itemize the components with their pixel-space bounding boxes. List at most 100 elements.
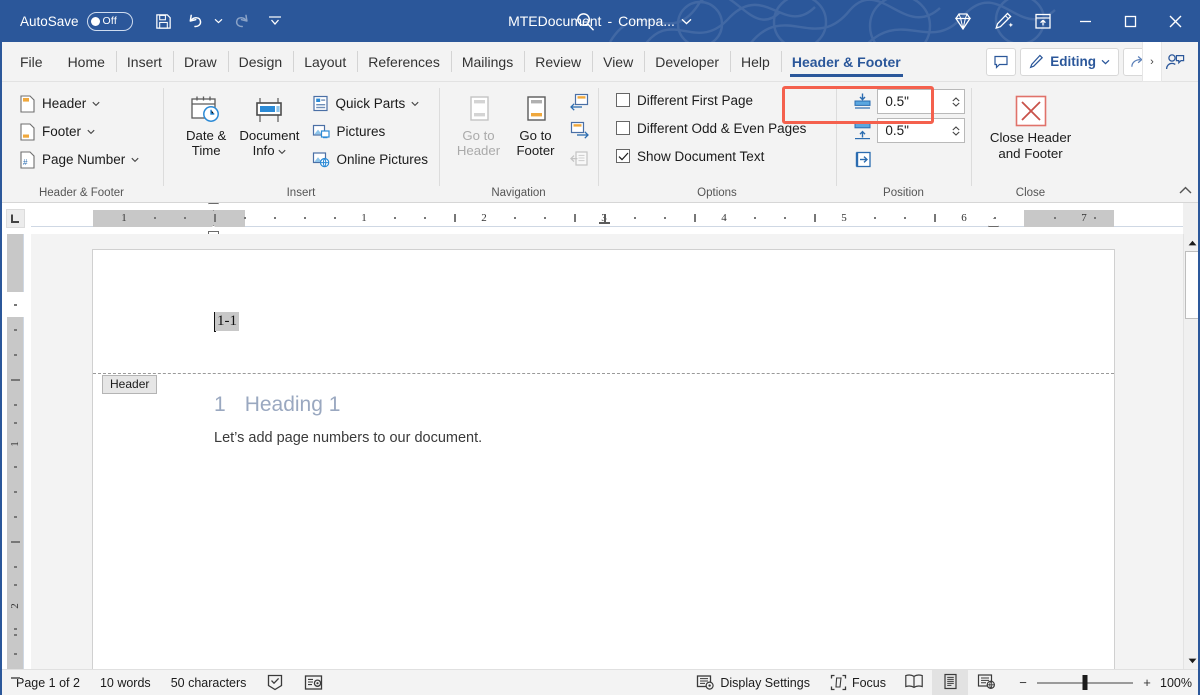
document-heading-1[interactable]: 1 Heading 1 [214, 393, 340, 417]
search-icon[interactable] [575, 6, 596, 36]
proofing-errors-icon [266, 674, 284, 691]
ribbon-overflow-chevron-right-icon[interactable]: › [1142, 42, 1162, 82]
different-first-page-checkbox[interactable] [616, 93, 630, 107]
online-pictures-button[interactable]: Online Pictures [307, 146, 433, 173]
tab-design-label: Design [239, 54, 283, 70]
character-count[interactable]: 50 characters [161, 670, 257, 695]
document-paragraph[interactable]: Let’s add page numbers to our document. [214, 430, 482, 446]
close-header-and-footer-button[interactable]: Close Header and Footer [983, 88, 1079, 162]
print-layout-icon [942, 673, 959, 693]
tab-header-and-footer[interactable]: Header & Footer [781, 42, 912, 81]
title-separator: - [607, 13, 612, 29]
tab-view-label: View [603, 54, 633, 70]
next-section-button[interactable] [567, 117, 592, 144]
ribbon-display-options-icon[interactable] [1023, 0, 1063, 42]
tab-view[interactable]: View [592, 42, 644, 81]
footer-button[interactable]: Footer [14, 118, 144, 145]
tab-insert[interactable]: Insert [116, 42, 173, 81]
minimize-button[interactable] [1063, 0, 1108, 42]
focus-mode-icon [830, 674, 847, 691]
page-indicator[interactable]: Page 1 of 2 [0, 670, 90, 695]
zoom-in-button[interactable]: + [1142, 675, 1152, 690]
tab-home[interactable]: Home [57, 42, 116, 81]
tab-draw[interactable]: Draw [173, 42, 228, 81]
different-first-page-row[interactable]: Different First Page [612, 86, 830, 114]
accessibility-checker-button[interactable] [294, 670, 333, 695]
document-canvas[interactable]: 1-1 Header 1 Heading 1 Let’s add page nu… [31, 234, 1183, 669]
insert-alignment-tab-row[interactable] [852, 145, 965, 174]
different-first-page-label: Different First Page [637, 93, 753, 108]
date-and-time-button[interactable]: Date & Time [177, 88, 235, 158]
zoom-slider-thumb[interactable] [1083, 675, 1088, 690]
center-tab-stop-marker[interactable] [599, 222, 610, 224]
footer-page-icon [19, 123, 36, 141]
zoom-level-button[interactable]: 100% [1160, 676, 1200, 690]
proofing-status-button[interactable] [256, 670, 294, 695]
group-label-position: Position [842, 183, 965, 202]
vertical-ruler[interactable]: 1 2 [0, 234, 31, 669]
previous-section-button[interactable] [567, 89, 592, 116]
horizontal-ruler[interactable]: 1 1 2 3 4 5 6 7 [31, 203, 1183, 234]
close-x-icon [1013, 93, 1049, 129]
header-editing-zone[interactable]: 1-1 [93, 250, 1114, 373]
tab-layout[interactable]: Layout [293, 42, 357, 81]
zoom-out-button[interactable]: − [1018, 675, 1028, 690]
diamond-icon[interactable] [943, 0, 983, 42]
zoom-control[interactable]: − + [1004, 670, 1160, 695]
next-section-icon [570, 121, 589, 140]
show-document-text-row[interactable]: Show Document Text [612, 142, 830, 170]
autosave-control[interactable]: AutoSave Off [20, 12, 133, 31]
editing-mode-button[interactable]: Editing [1020, 48, 1119, 76]
autosave-toggle[interactable]: Off [87, 12, 133, 31]
different-odd-even-pages-row[interactable]: Different Odd & Even Pages [612, 114, 830, 142]
view-web-layout-button[interactable] [968, 670, 1004, 695]
search-button[interactable] [565, 0, 605, 42]
pictures-button[interactable]: Pictures [307, 118, 433, 145]
document-info-button[interactable]: Document Info [237, 88, 301, 158]
go-to-footer-button[interactable]: Go to Footer [508, 88, 563, 158]
close-button[interactable] [1153, 0, 1198, 42]
page-number-button[interactable]: # Page Number [14, 146, 144, 173]
spin-down-chevron-icon [952, 131, 960, 136]
header-button[interactable]: Header [14, 90, 144, 117]
link-to-previous-button[interactable] [567, 145, 592, 172]
maximize-button[interactable] [1108, 0, 1153, 42]
view-print-layout-button[interactable] [932, 670, 968, 695]
tab-stop-selector[interactable] [0, 203, 31, 234]
tab-review[interactable]: Review [524, 42, 592, 81]
header-position-spin-arrows[interactable] [947, 90, 964, 113]
tab-references[interactable]: References [357, 42, 451, 81]
share-person-button[interactable] [1158, 48, 1192, 76]
title-chevron-down-icon[interactable] [681, 6, 692, 36]
designer-pen-icon[interactable] [983, 0, 1023, 42]
footer-position-spin-arrows[interactable] [947, 119, 964, 142]
quick-parts-chevron-down-icon [411, 101, 419, 107]
tab-file[interactable]: File [0, 42, 57, 81]
word-count[interactable]: 10 words [90, 670, 161, 695]
quick-parts-button[interactable]: Quick Parts [307, 90, 433, 117]
tab-design[interactable]: Design [228, 42, 294, 81]
customize-quick-access-toolbar-icon[interactable] [258, 6, 292, 36]
show-document-text-checkbox[interactable] [616, 149, 630, 163]
comments-button[interactable] [986, 48, 1016, 76]
tab-layout-label: Layout [304, 54, 346, 70]
zoom-slider[interactable] [1037, 670, 1133, 695]
tab-developer[interactable]: Developer [644, 42, 730, 81]
undo-icon[interactable] [180, 6, 210, 36]
tab-help[interactable]: Help [730, 42, 781, 81]
view-read-mode-button[interactable] [896, 670, 932, 695]
ribbon-group-close: Close Header and Footer Close [971, 82, 1090, 202]
collapse-ribbon-button[interactable] [1174, 180, 1196, 200]
document-page-1[interactable]: 1-1 Header 1 Heading 1 Let’s add page nu… [93, 250, 1114, 669]
undo-dropdown-chevron-down-icon[interactable] [211, 6, 226, 36]
display-settings-button[interactable]: Display Settings [686, 670, 820, 695]
header-page-number-field[interactable]: 1-1 [215, 312, 239, 331]
header-position-from-top-input[interactable]: 0.5" [877, 89, 965, 114]
focus-mode-button[interactable]: Focus [820, 670, 896, 695]
different-odd-even-pages-checkbox[interactable] [616, 121, 630, 135]
insert-alignment-tab-icon[interactable] [852, 150, 874, 169]
footer-position-from-bottom-input[interactable]: 0.5" [877, 118, 965, 143]
ribbon-tab-strip: File Home Insert Draw Design Layout Refe… [0, 42, 1200, 82]
save-icon[interactable] [149, 6, 179, 36]
tab-mailings[interactable]: Mailings [451, 42, 524, 81]
